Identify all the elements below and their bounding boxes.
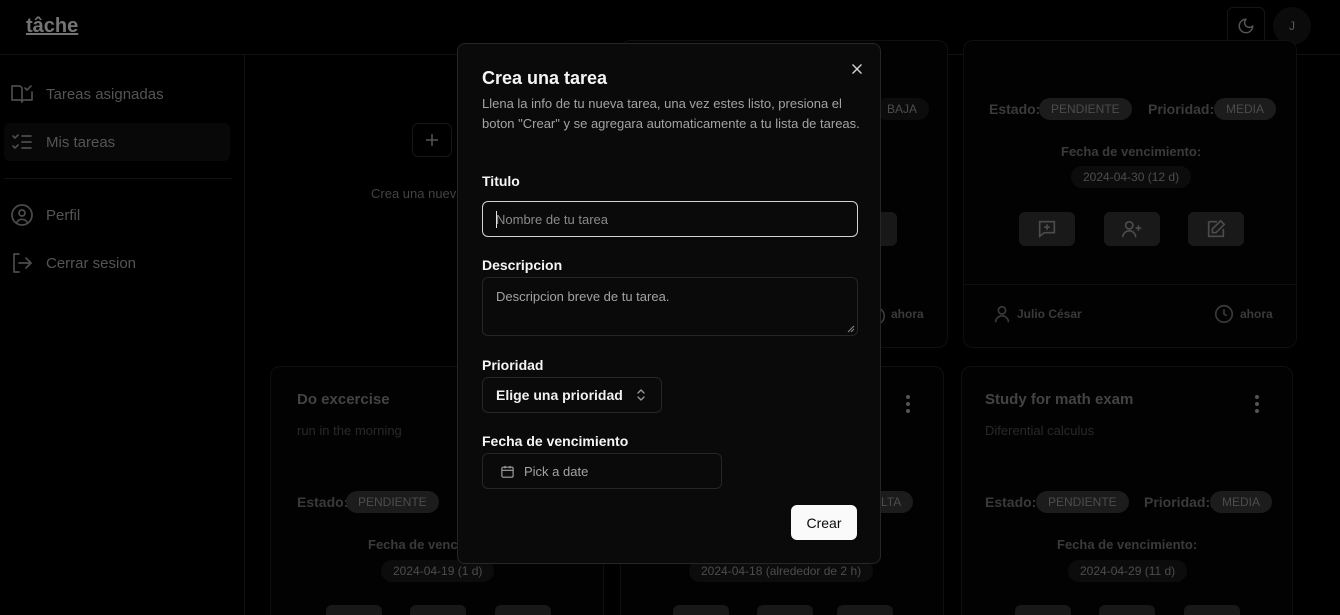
create-button[interactable]: Crear [791, 505, 857, 540]
description-field-label: Descripcion [482, 257, 563, 273]
text-caret [496, 211, 497, 228]
date-placeholder: Pick a date [524, 463, 589, 479]
dialog-title: Crea una tarea [482, 68, 608, 88]
chevrons-up-down-icon [637, 389, 645, 401]
priority-field-label: Prioridad [482, 357, 544, 373]
title-placeholder: Nombre de tu tarea [496, 212, 609, 227]
date-picker-button[interactable]: Pick a date [482, 453, 722, 489]
close-icon [852, 64, 862, 74]
dialog-description: Llena la info de tu nueva tarea, una vez… [482, 96, 860, 131]
close-button[interactable] [848, 60, 866, 78]
calendar-icon [501, 465, 514, 478]
due-date-field-label: Fecha de vencimiento [482, 433, 629, 449]
create-task-dialog: Crea una tarea Llena la info de tu nueva… [457, 43, 881, 564]
title-input[interactable]: Nombre de tu tarea [482, 201, 858, 237]
priority-select-value: Elige una prioridad [496, 387, 623, 403]
priority-select[interactable]: Elige una prioridad [482, 377, 662, 413]
description-textarea[interactable]: Descripcion breve de tu tarea. [482, 277, 858, 336]
title-field-label: Titulo [482, 173, 520, 189]
description-placeholder: Descripcion breve de tu tarea. [496, 289, 670, 304]
resize-handle-icon[interactable] [847, 325, 855, 333]
